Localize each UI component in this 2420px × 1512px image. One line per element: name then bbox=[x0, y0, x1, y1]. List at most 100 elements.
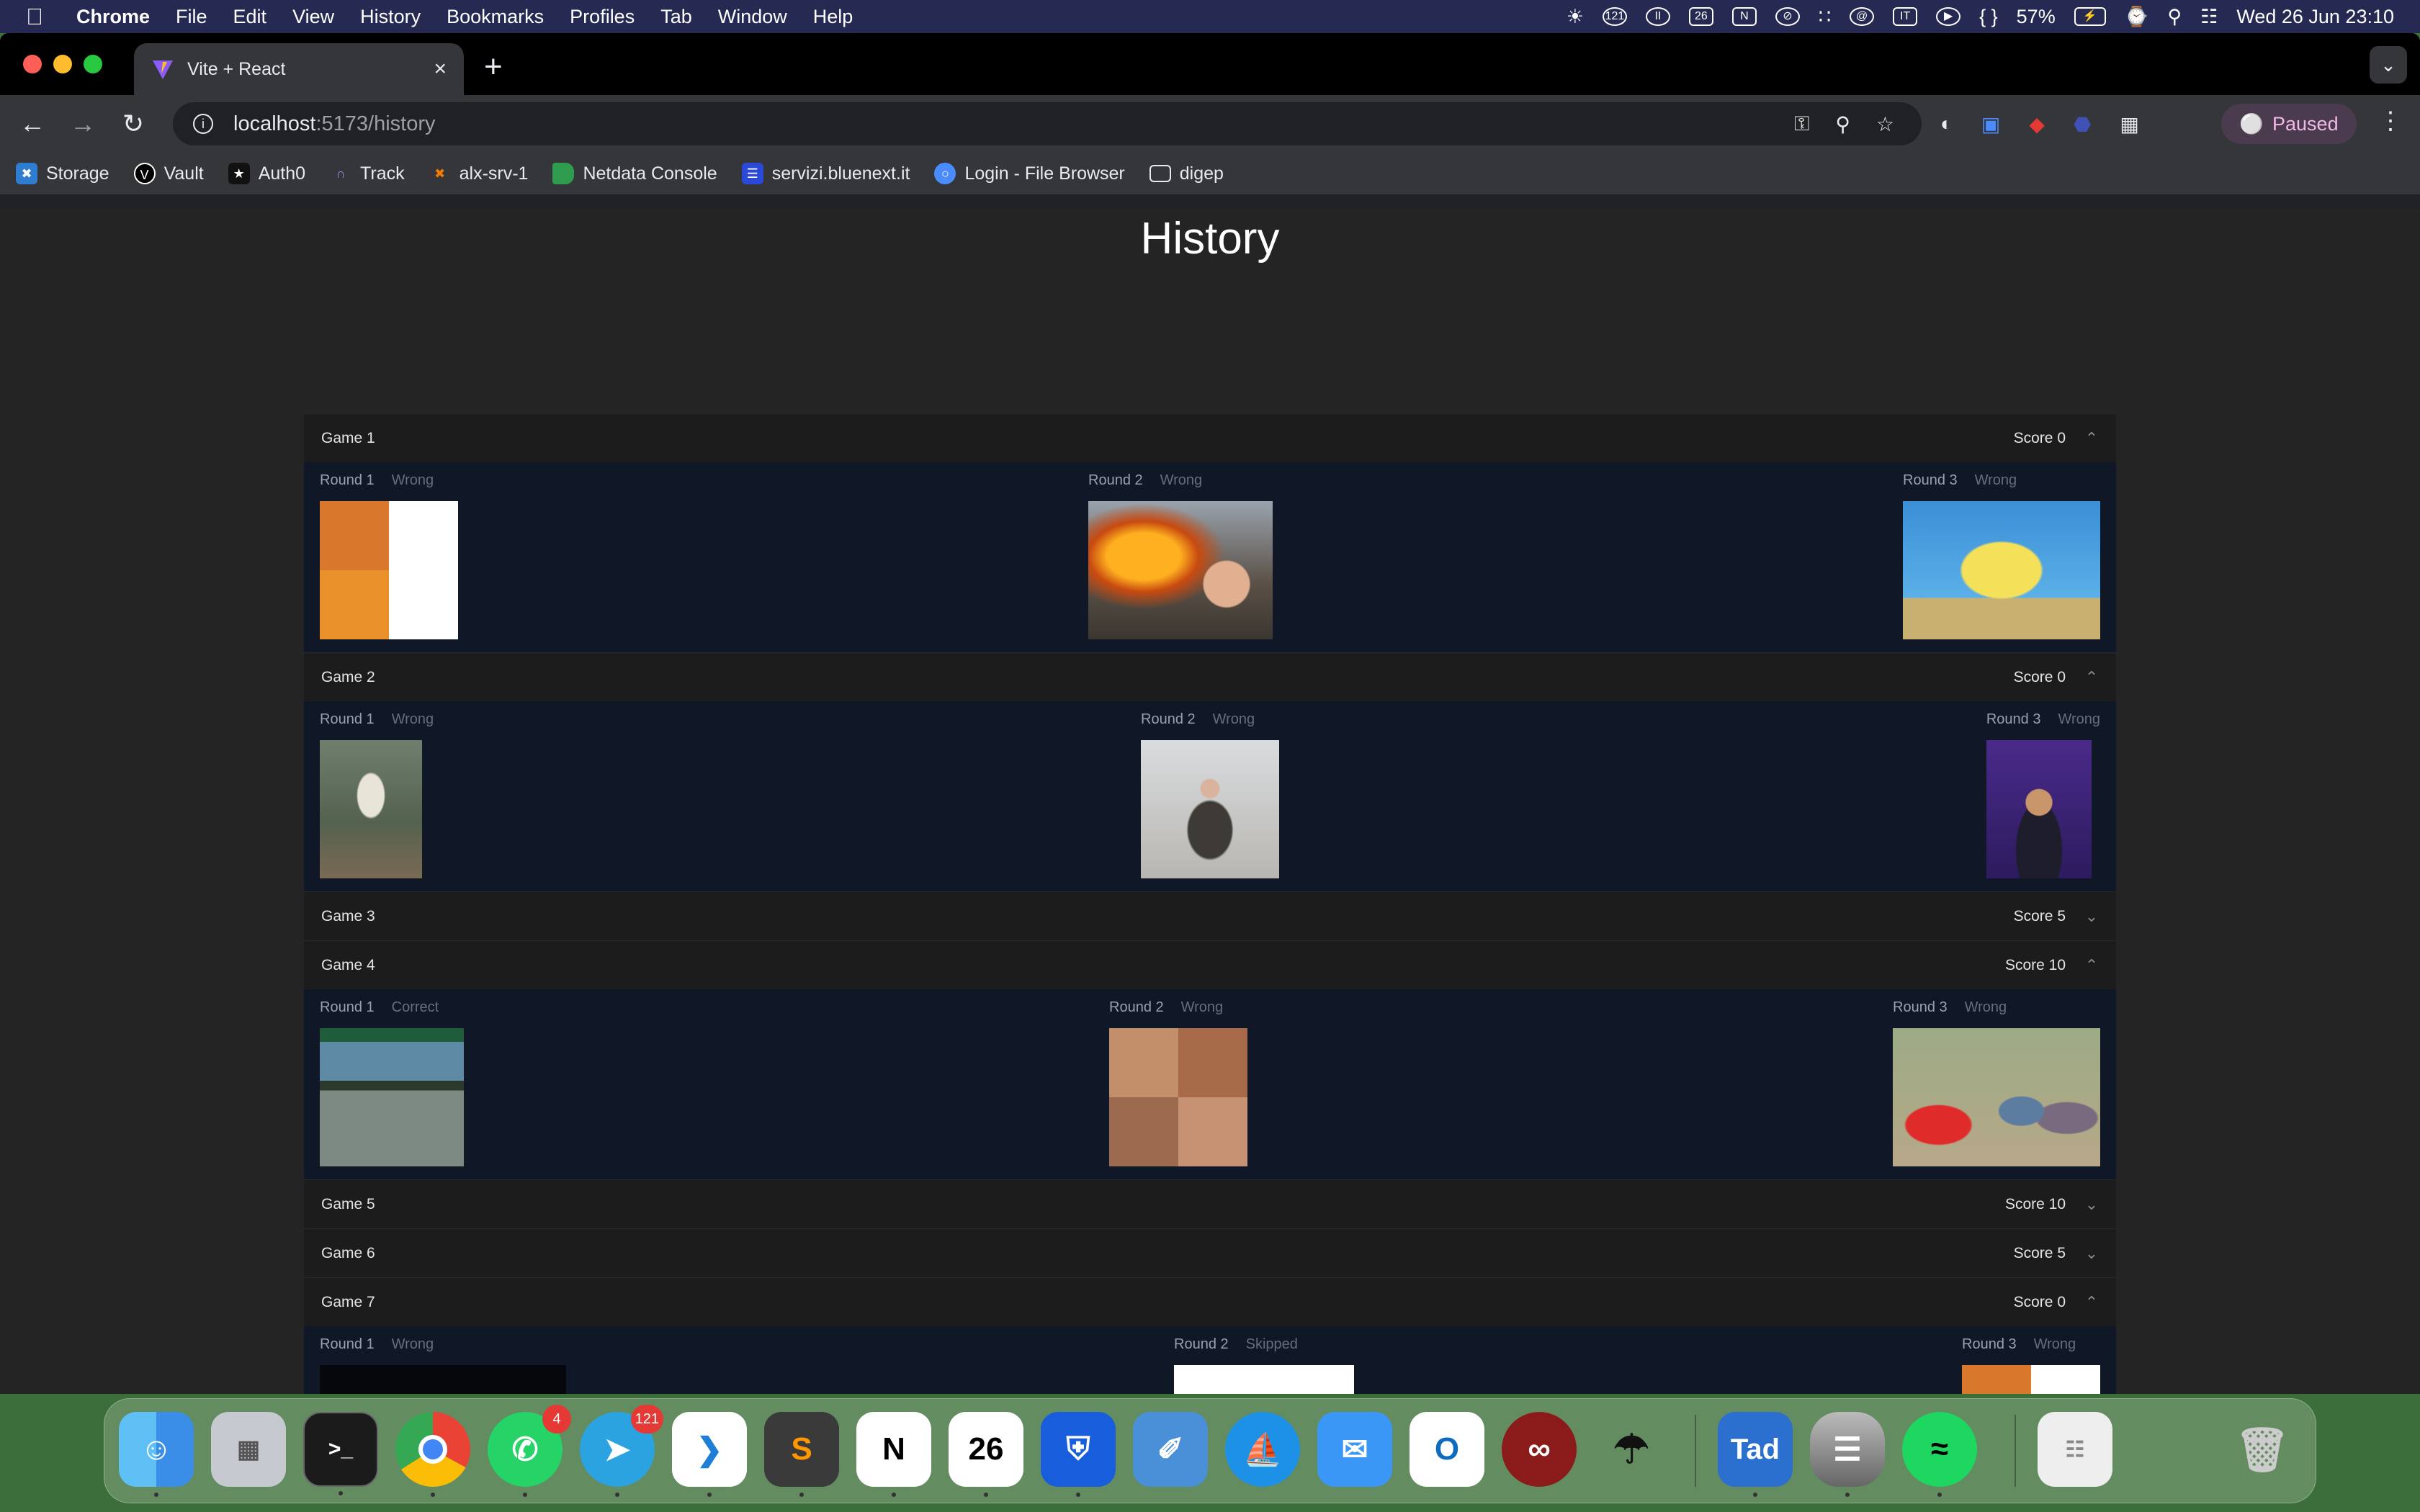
close-tab-icon[interactable]: × bbox=[434, 57, 447, 81]
minimize-window-button[interactable] bbox=[53, 55, 72, 73]
spiral-icon[interactable]: @ bbox=[1850, 7, 1875, 26]
password-key-icon[interactable]: ⚿ bbox=[1794, 112, 1809, 136]
chevron-up-icon[interactable]: ⌃ bbox=[2084, 956, 2099, 975]
chevron-up-icon[interactable]: ⌃ bbox=[2084, 429, 2099, 448]
mocking-spongebob-meme-image[interactable] bbox=[1903, 501, 2100, 639]
menu-file[interactable]: File bbox=[176, 6, 207, 28]
finder-icon[interactable]: ☺ bbox=[119, 1412, 194, 1497]
extension-contrast-icon[interactable]: ◐ bbox=[1940, 112, 1953, 135]
bookmark-track[interactable]: ∩ Track bbox=[330, 163, 405, 184]
control-center-icon[interactable]: ☷ bbox=[2200, 6, 2218, 28]
terminal-icon[interactable]: >_ bbox=[303, 1412, 378, 1495]
zoom-window-button[interactable] bbox=[84, 55, 102, 73]
bookmark-folder-digep[interactable]: digep bbox=[1149, 163, 1224, 184]
battery-icon[interactable]: ⚡ bbox=[2074, 7, 2106, 26]
new-tab-button[interactable]: + bbox=[484, 49, 503, 85]
game-header[interactable]: Game 3 Score 5 ⌄ bbox=[304, 891, 2116, 940]
tad-icon[interactable]: Tad bbox=[1718, 1412, 1793, 1497]
game-header[interactable]: Game 7 Score 0 ⌃ bbox=[304, 1277, 2116, 1326]
menu-app-name[interactable]: Chrome bbox=[76, 6, 150, 28]
anakin-padme-meme-image[interactable] bbox=[1109, 1028, 1247, 1166]
play-icon[interactable]: ▶ bbox=[1936, 7, 1961, 26]
braces-icon[interactable]: { } bbox=[1979, 6, 1998, 28]
menu-help[interactable]: Help bbox=[813, 6, 853, 28]
menu-view[interactable]: View bbox=[292, 6, 334, 28]
back-arrow-icon[interactable]: ← bbox=[7, 109, 58, 139]
sync-icon[interactable]: ⊘ bbox=[1775, 7, 1800, 26]
notification-count-icon[interactable]: 121 bbox=[1602, 7, 1627, 26]
game-header[interactable]: Game 5 Score 10 ⌄ bbox=[304, 1179, 2116, 1228]
drake-hotline-meme-image[interactable] bbox=[320, 501, 458, 639]
whatsapp-icon[interactable]: ✆ 4 bbox=[488, 1405, 571, 1497]
distracted-boyfriend-meme-image[interactable] bbox=[1893, 1028, 2100, 1166]
tab-search-chevron-icon[interactable]: ⌄ bbox=[2370, 46, 2407, 84]
game-header[interactable]: Game 2 Score 0 ⌃ bbox=[304, 652, 2116, 701]
chrome-menu-icon[interactable]: ⋮ bbox=[2378, 107, 2403, 135]
notion-icon[interactable]: N bbox=[856, 1412, 931, 1497]
launchpad-icon[interactable]: ▦ bbox=[211, 1412, 286, 1487]
wifi-icon[interactable]: ⌚ bbox=[2125, 5, 2149, 28]
chevron-down-icon[interactable]: ⌄ bbox=[2084, 1244, 2099, 1263]
extension-red-icon[interactable]: ◆ bbox=[2029, 112, 2045, 136]
docker-icon[interactable]: ⛵ bbox=[1225, 1412, 1300, 1487]
game-header[interactable]: Game 1 Score 0 ⌃ bbox=[304, 413, 2116, 462]
extension-blue-icon[interactable]: ▣ bbox=[1981, 112, 2000, 136]
spotlight-search-icon[interactable]: ⚲ bbox=[2167, 6, 2182, 28]
chevron-down-icon[interactable]: ⌄ bbox=[2084, 1195, 2099, 1214]
close-window-button[interactable] bbox=[23, 55, 42, 73]
pause-icon[interactable]: II bbox=[1645, 7, 1670, 26]
site-info-icon[interactable]: i bbox=[193, 114, 213, 134]
bernie-asking-meme-image[interactable] bbox=[1141, 740, 1279, 878]
address-bar[interactable]: i localhost:5173/history ⚿ ⚲ ☆ bbox=[173, 102, 1922, 145]
tab-active[interactable]: Vite + React × bbox=[134, 43, 464, 95]
bookmark-star-icon[interactable]: ☆ bbox=[1876, 112, 1894, 136]
game-header[interactable]: Game 4 Score 10 ⌃ bbox=[304, 940, 2116, 989]
game-header[interactable]: Game 6 Score 5 ⌄ bbox=[304, 1228, 2116, 1277]
earth-astronaut-meme-image[interactable] bbox=[320, 1365, 566, 1394]
chevron-up-icon[interactable]: ⌃ bbox=[2084, 1293, 2099, 1312]
profile-paused-button[interactable]: ⚪ Paused bbox=[2221, 104, 2357, 144]
calendar-status-icon[interactable]: 26 bbox=[1688, 7, 1713, 26]
menu-window[interactable]: Window bbox=[718, 6, 787, 28]
input-language-icon[interactable]: IT bbox=[1893, 7, 1918, 26]
documents-stack-icon[interactable]: ☷ bbox=[2038, 1412, 2112, 1487]
zoom-icon[interactable]: ⚲ bbox=[1835, 112, 1850, 136]
outlook-icon[interactable]: O bbox=[1410, 1412, 1484, 1487]
waiting-skeleton-meme-image[interactable] bbox=[320, 740, 422, 878]
vscode-icon[interactable]: ❯ bbox=[672, 1412, 747, 1497]
bookmark-storage[interactable]: ✖ Storage bbox=[16, 163, 109, 184]
calendar-icon[interactable]: 26 bbox=[949, 1412, 1023, 1497]
umbrella-icon[interactable]: ☂ bbox=[1594, 1412, 1669, 1487]
doge-meme-image[interactable] bbox=[1174, 1365, 1354, 1394]
sublime-text-icon[interactable]: S bbox=[764, 1412, 839, 1497]
mail-icon[interactable]: ✉ bbox=[1317, 1412, 1392, 1487]
menu-history[interactable]: History bbox=[360, 6, 421, 28]
bookmark-vault[interactable]: V Vault bbox=[133, 163, 204, 184]
menu-bookmarks[interactable]: Bookmarks bbox=[447, 6, 544, 28]
bookmark-bluenext[interactable]: ☰ servizi.bluenext.it bbox=[741, 163, 910, 184]
trade-offer-meme-image[interactable] bbox=[1986, 740, 2092, 878]
menu-tab[interactable]: Tab bbox=[660, 6, 692, 28]
brightness-icon[interactable]: ☀ bbox=[1567, 6, 1584, 28]
spotify-icon[interactable]: ≈ bbox=[1902, 1412, 1977, 1497]
bitwarden-icon[interactable]: ⛨ bbox=[1041, 1412, 1116, 1497]
menu-edit[interactable]: Edit bbox=[233, 6, 267, 28]
extensions-puzzle-icon[interactable]: ▦ bbox=[2120, 112, 2138, 136]
bookmark-netdata[interactable]: Netdata Console bbox=[552, 163, 717, 184]
wireguard-icon[interactable]: ∞ bbox=[1502, 1412, 1577, 1487]
left-exit-meme-image[interactable] bbox=[320, 1028, 464, 1166]
bookmark-auth0[interactable]: ★ Auth0 bbox=[228, 163, 305, 184]
disaster-girl-meme-image[interactable] bbox=[1088, 501, 1273, 639]
extension-hex-icon[interactable]: ⬣ bbox=[2074, 112, 2091, 136]
menubar-datetime[interactable]: Wed 26 Jun 23:10 bbox=[2236, 6, 2394, 28]
reload-icon[interactable]: ↻ bbox=[108, 109, 158, 139]
trash-icon[interactable]: 🗑 bbox=[2228, 1412, 2297, 1487]
chevron-down-icon[interactable]: ⌄ bbox=[2084, 907, 2099, 926]
chrome-icon[interactable] bbox=[395, 1412, 470, 1497]
database-icon[interactable]: ☰ bbox=[1810, 1412, 1885, 1497]
grid-icon[interactable]: ∷ bbox=[1819, 6, 1831, 28]
bookmark-alx-srv-1[interactable]: ✖ alx-srv-1 bbox=[429, 163, 528, 184]
apple-menu-icon[interactable]:  bbox=[26, 4, 55, 30]
notion-status-icon[interactable]: N bbox=[1731, 7, 1757, 26]
fork-icon[interactable]: ✐ bbox=[1133, 1412, 1208, 1487]
